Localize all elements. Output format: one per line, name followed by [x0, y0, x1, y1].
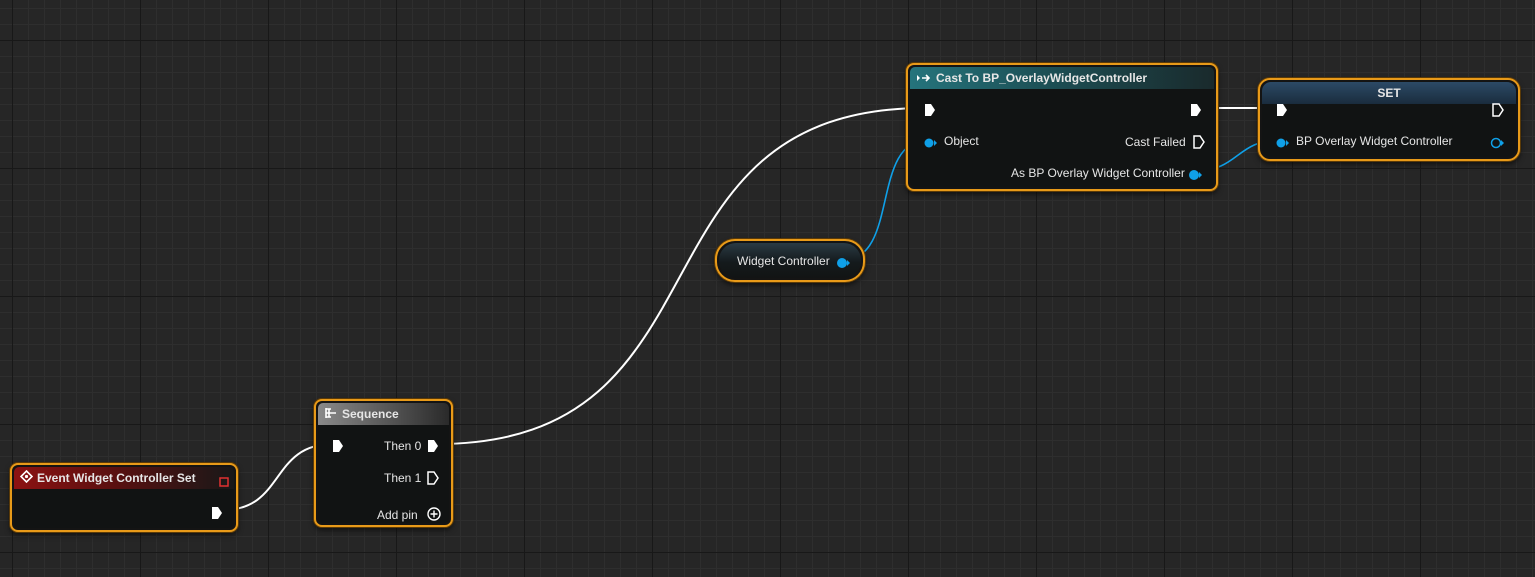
exec-input-pin-icon[interactable]	[332, 439, 344, 458]
cast-to-bp-overlay-widget-controller-node[interactable]: Cast To BP_OverlayWidgetController Objec…	[906, 63, 1218, 191]
add-pin-label[interactable]: Add pin	[377, 508, 418, 522]
exec-input-pin-icon[interactable]	[1276, 103, 1288, 122]
exec-output-pin-icon[interactable]	[1492, 103, 1504, 122]
cast-title: Cast To BP_OverlayWidgetController	[936, 71, 1148, 85]
sequence-title: Sequence	[342, 407, 399, 421]
then-1-pin-icon[interactable]	[427, 471, 439, 490]
node-header: Cast To BP_OverlayWidgetController	[910, 67, 1214, 89]
object-label: Object	[944, 134, 979, 148]
as-output-pin-icon[interactable]	[1188, 168, 1204, 186]
as-output-label: As BP Overlay Widget Controller	[1011, 166, 1185, 180]
value-input-pin-icon[interactable]	[1276, 136, 1290, 154]
then-1-label: Then 1	[384, 471, 422, 485]
exec-input-pin-icon[interactable]	[924, 103, 936, 122]
cast-failed-label: Cast Failed	[1125, 135, 1186, 149]
cast-arrows-icon	[916, 68, 932, 90]
then-0-label: Then 0	[384, 439, 422, 453]
widget-controller-getter-node[interactable]: Widget Controller	[715, 239, 865, 282]
set-title: SET	[1377, 86, 1401, 100]
delegate-pin-icon[interactable]	[219, 474, 229, 492]
widget-controller-label: Widget Controller	[737, 254, 830, 268]
widget-controller-output-pin-icon[interactable]	[836, 256, 852, 274]
value-output-pin-icon[interactable]	[1490, 136, 1506, 154]
node-header: Sequence	[318, 403, 449, 425]
event-widget-controller-set-node[interactable]: Event Widget Controller Set	[10, 463, 238, 532]
sequence-icon	[324, 404, 338, 426]
cast-failed-pin-icon[interactable]	[1193, 135, 1205, 154]
set-var-label: BP Overlay Widget Controller	[1296, 134, 1453, 148]
node-header: SET	[1262, 82, 1516, 104]
sequence-node[interactable]: Sequence Then 0 Then 1 Add pin	[314, 399, 453, 527]
node-header: Event Widget Controller Set	[14, 467, 234, 489]
then-0-pin-icon[interactable]	[427, 439, 439, 458]
exec-output-pin-icon[interactable]	[211, 506, 223, 525]
event-diamond-icon	[19, 468, 34, 490]
add-pin-plus-icon[interactable]	[427, 507, 441, 523]
object-input-pin-icon[interactable]	[924, 136, 938, 154]
exec-output-pin-icon[interactable]	[1190, 103, 1202, 122]
event-title: Event Widget Controller Set	[37, 471, 196, 485]
set-node[interactable]: SET BP Overlay Widget Controller	[1258, 78, 1520, 161]
